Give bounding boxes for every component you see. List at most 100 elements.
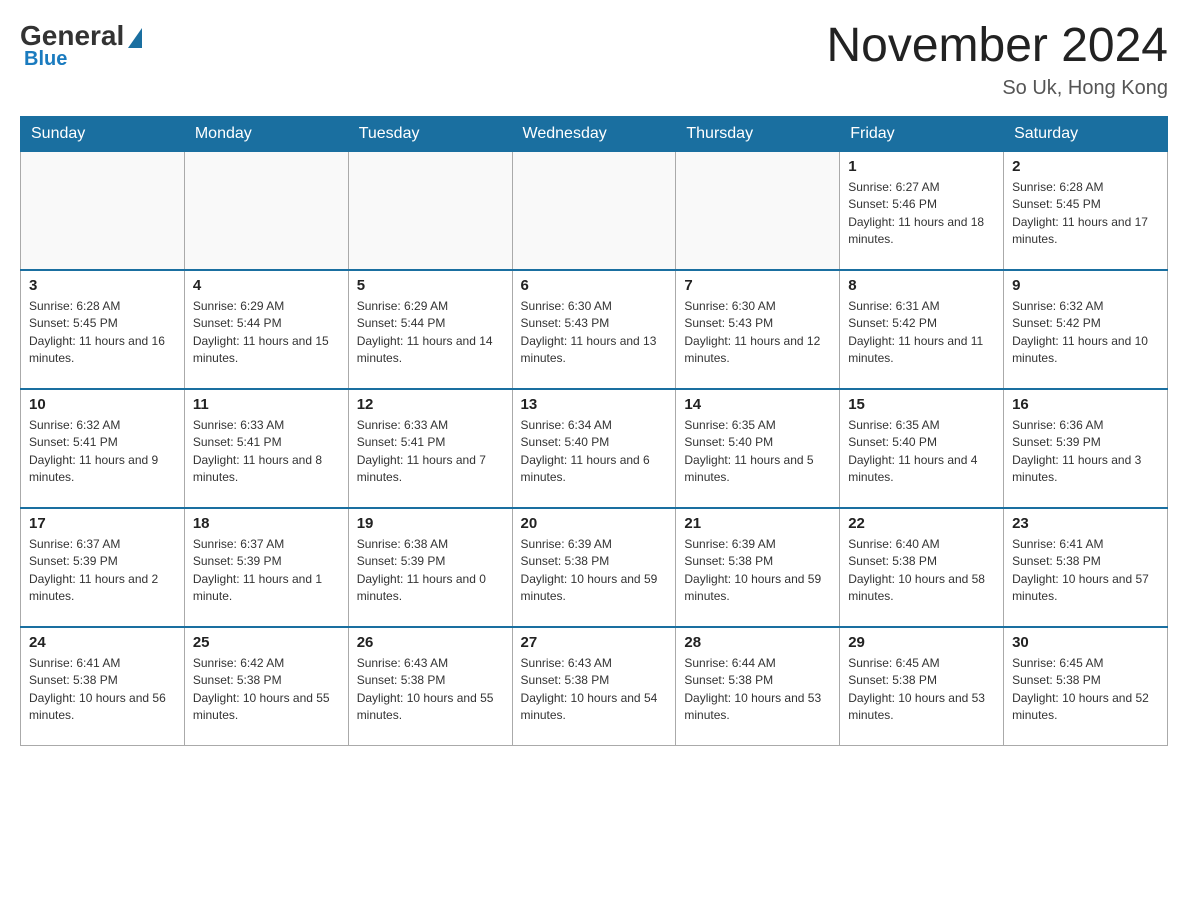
day-info: Sunrise: 6:44 AMSunset: 5:38 PMDaylight:… [684,655,831,725]
daylight-text: Daylight: 11 hours and 8 minutes. [193,453,322,484]
sunset-text: Sunset: 5:42 PM [848,316,937,330]
day-info: Sunrise: 6:28 AMSunset: 5:45 PMDaylight:… [1012,179,1159,249]
sunrise-text: Sunrise: 6:34 AM [521,418,612,432]
daylight-text: Daylight: 11 hours and 7 minutes. [357,453,486,484]
day-of-week-tuesday: Tuesday [348,116,512,151]
daylight-text: Daylight: 10 hours and 57 minutes. [1012,572,1149,603]
week-row-5: 24Sunrise: 6:41 AMSunset: 5:38 PMDayligh… [21,627,1168,746]
cell-content: 18Sunrise: 6:37 AMSunset: 5:39 PMDayligh… [193,515,340,620]
cell-content: 29Sunrise: 6:45 AMSunset: 5:38 PMDayligh… [848,634,995,739]
daylight-text: Daylight: 11 hours and 2 minutes. [29,572,158,603]
sunset-text: Sunset: 5:41 PM [193,435,282,449]
sunset-text: Sunset: 5:45 PM [29,316,118,330]
day-number: 13 [521,396,668,413]
calendar-cell: 8Sunrise: 6:31 AMSunset: 5:42 PMDaylight… [840,270,1004,389]
day-info: Sunrise: 6:33 AMSunset: 5:41 PMDaylight:… [357,417,504,487]
sunset-text: Sunset: 5:42 PM [1012,316,1101,330]
cell-content: 12 Sunrise: 6:33 AMSunset: 5:41 PMDayligh… [357,396,504,501]
day-of-week-wednesday: Wednesday [512,116,676,151]
calendar-cell: 16Sunrise: 6:36 AMSunset: 5:39 PMDayligh… [1004,389,1168,508]
calendar-cell: 17Sunrise: 6:37 AMSunset: 5:39 PMDayligh… [21,508,185,627]
cell-content: 22Sunrise: 6:40 AMSunset: 5:38 PMDayligh… [848,515,995,620]
day-info: Sunrise: 6:32 AM Sunset: 5:42 PM Daylight:… [1012,298,1159,368]
cell-content: 27Sunrise: 6:43 AMSunset: 5:38 PMDayligh… [521,634,668,739]
daylight-text: Daylight: 11 hours and 4 minutes. [848,453,977,484]
daylight-text: Daylight: 10 hours and 53 minutes. [848,691,985,722]
day-info: Sunrise: 6:30 AMSunset: 5:43 PMDaylight:… [521,298,668,368]
day-info: Sunrise: 6:35 AMSunset: 5:40 PMDaylight:… [848,417,995,487]
day-number: 16 [1012,396,1159,413]
day-of-week-friday: Friday [840,116,1004,151]
sunrise-text: Sunrise: 6:36 AM [1012,418,1103,432]
calendar-cell: 15Sunrise: 6:35 AMSunset: 5:40 PMDayligh… [840,389,1004,508]
day-number: 11 [193,396,340,413]
calendar-cell: 27Sunrise: 6:43 AMSunset: 5:38 PMDayligh… [512,627,676,746]
empty-cell-content [357,158,504,263]
calendar-cell: 21 Sunrise: 6:39 AMSunset: 5:38 PMDayligh… [676,508,840,627]
daylight-text: Daylight: 10 hours and 52 minutes. [1012,691,1149,722]
calendar-cell: 23Sunrise: 6:41 AMSunset: 5:38 PMDayligh… [1004,508,1168,627]
sunrise-text: Sunrise: 6:29 AM [193,299,284,313]
logo: General Blue [20,20,142,71]
daylight-text: Daylight: 10 hours and 53 minutes. [684,691,821,722]
day-of-week-sunday: Sunday [21,116,185,151]
daylight-text: Daylight: 11 hours and 10 minutes. [1012,334,1148,365]
cell-content: 23Sunrise: 6:41 AMSunset: 5:38 PMDayligh… [1012,515,1159,620]
sunset-text: Sunset: 5:38 PM [848,554,937,568]
day-info: Sunrise: 6:43 AMSunset: 5:38 PMDaylight:… [357,655,504,725]
cell-content: 15Sunrise: 6:35 AMSunset: 5:40 PMDayligh… [848,396,995,501]
daylight-text: Daylight: 11 hours and 16 minutes. [29,334,165,365]
logo-triangle-icon [128,28,142,48]
sunset-text: Sunset: 5:39 PM [29,554,118,568]
sunrise-text: Sunrise: 6:28 AM [1012,180,1103,194]
calendar-cell: 13Sunrise: 6:34 AMSunset: 5:40 PMDayligh… [512,389,676,508]
sunset-text: Sunset: 5:39 PM [357,554,446,568]
day-info: Sunrise: 6:34 AMSunset: 5:40 PMDaylight:… [521,417,668,487]
sunset-text: Sunset: 5:40 PM [521,435,610,449]
days-of-week-row: SundayMondayTuesdayWednesdayThursdayFrid… [21,116,1168,151]
sunrise-text: Sunrise: 6:32 AM [1012,299,1103,313]
calendar-cell: 4Sunrise: 6:29 AMSunset: 5:44 PMDaylight… [184,270,348,389]
sunrise-text: Sunrise: 6:41 AM [1012,537,1103,551]
cell-content: 7Sunrise: 6:30 AMSunset: 5:43 PMDaylight… [684,277,831,382]
cell-content: 19Sunrise: 6:38 AMSunset: 5:39 PMDayligh… [357,515,504,620]
calendar-cell: 29Sunrise: 6:45 AMSunset: 5:38 PMDayligh… [840,627,1004,746]
day-info: Sunrise: 6:39 AMSunset: 5:38 PMDaylight:… [684,536,831,606]
sunrise-text: Sunrise: 6:44 AM [684,656,775,670]
sunset-text: Sunset: 5:40 PM [684,435,773,449]
daylight-text: Daylight: 10 hours and 54 minutes. [521,691,658,722]
daylight-text: Daylight: 11 hours and 12 minutes. [684,334,820,365]
calendar-cell: 30Sunrise: 6:45 AMSunset: 5:38 PMDayligh… [1004,627,1168,746]
cell-content: 9Sunrise: 6:32 AMSunset: 5:42 PMDaylight… [1012,277,1159,382]
day-number: 12 [357,396,504,413]
sunset-text: Sunset: 5:41 PM [357,435,446,449]
calendar-cell: 2Sunrise: 6:28 AMSunset: 5:45 PMDaylight… [1004,151,1168,270]
sunset-text: Sunset: 5:43 PM [521,316,610,330]
day-info: Sunrise: 6:45 AMSunset: 5:38 PMDaylight:… [848,655,995,725]
logo-blue-text: Blue [24,48,67,71]
day-number: 20 [521,515,668,532]
sunrise-text: Sunrise: 6:30 AM [684,299,775,313]
sunset-text: Sunset: 5:44 PM [193,316,282,330]
day-of-week-saturday: Saturday [1004,116,1168,151]
day-number: 24 [29,634,176,651]
day-number: 8 [848,277,995,294]
cell-content: 8Sunrise: 6:31 AMSunset: 5:42 PMDaylight… [848,277,995,382]
day-number: 10 [29,396,176,413]
calendar-cell: 1Sunrise: 6:27 AMSunset: 5:46 PMDaylight… [840,151,1004,270]
daylight-text: Daylight: 10 hours and 59 minutes. [521,572,658,603]
sunset-text: Sunset: 5:38 PM [521,673,610,687]
daylight-text: Daylight: 10 hours and 55 minutes. [357,691,494,722]
day-number: 28 [684,634,831,651]
day-number: 21 [684,515,831,532]
empty-cell-content [29,158,176,263]
sunset-text: Sunset: 5:38 PM [29,673,118,687]
day-number: 27 [521,634,668,651]
sunset-text: Sunset: 5:38 PM [521,554,610,568]
day-number: 7 [684,277,831,294]
sunset-text: Sunset: 5:40 PM [848,435,937,449]
calendar-cell: 28 Sunrise: 6:44 AMSunset: 5:38 PMDayligh… [676,627,840,746]
cell-content: 3Sunrise: 6:28 AMSunset: 5:45 PMDaylight… [29,277,176,382]
sunrise-text: Sunrise: 6:45 AM [848,656,939,670]
day-info: Sunrise: 6:37 AMSunset: 5:39 PMDaylight:… [193,536,340,606]
